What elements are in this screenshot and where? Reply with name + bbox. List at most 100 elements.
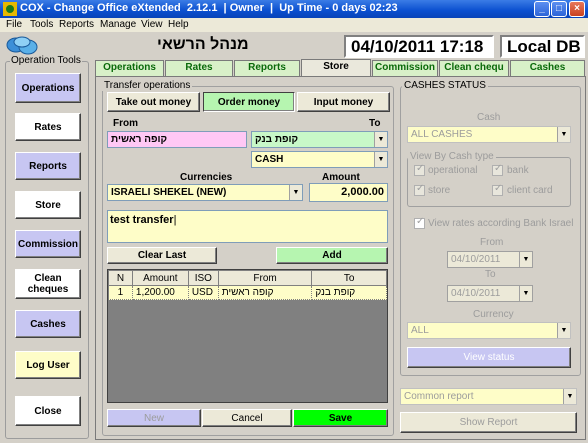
report-type-select[interactable]: Common report ▼ (400, 388, 577, 405)
transfer-operations-label: Transfer operations (102, 80, 193, 91)
title-bar[interactable]: COX - Change Office eXtended 2.12.1 | Ow… (0, 0, 588, 18)
new-button[interactable]: New (107, 409, 201, 427)
view-status-button[interactable]: View status (407, 347, 571, 368)
app-icon (3, 2, 17, 16)
report-type-value: Common report (404, 391, 474, 402)
tab-commission[interactable]: Commission (372, 60, 438, 76)
cash-select[interactable]: ALL CASHES ▼ (407, 126, 571, 143)
save-button[interactable]: Save (293, 409, 388, 427)
tab-store[interactable]: Store (301, 59, 371, 77)
store-button[interactable]: Store (15, 191, 81, 219)
datetime-display: 04/10/2011 17:18 (344, 35, 494, 58)
currency-select[interactable]: ISRAELI SHEKEL (NEW) ▼ (107, 184, 303, 201)
bank-label: bank (507, 165, 529, 176)
coins-logo-icon (6, 36, 38, 55)
amount-input[interactable]: 2,000.00 (309, 183, 388, 202)
show-report-button[interactable]: Show Report (400, 412, 577, 433)
rates-bank-israel-checkbox[interactable] (414, 216, 425, 229)
note-textarea[interactable]: test transfer| (107, 210, 388, 243)
to-label: To (369, 118, 381, 129)
menu-tools[interactable]: Tools (30, 19, 53, 30)
to-type-select[interactable]: CASH ▼ (251, 151, 388, 168)
reports-button[interactable]: Reports (15, 152, 81, 180)
menu-file[interactable]: File (6, 19, 22, 30)
client-card-checkbox[interactable] (492, 183, 503, 196)
menu-manage[interactable]: Manage (100, 19, 136, 30)
window-title: COX - Change Office eXtended 2.12.1 | Ow… (20, 2, 398, 14)
order-money-button[interactable]: Order money (203, 92, 295, 112)
tab-clean-cheques[interactable]: Clean chequ (439, 60, 509, 76)
from-date-picker[interactable]: 04/10/2011 ▼ (447, 251, 533, 268)
rates-button[interactable]: Rates (15, 113, 81, 141)
take-out-money-button[interactable]: Take out money (107, 92, 200, 112)
col-to[interactable]: To (311, 270, 387, 286)
to-cash-select[interactable]: קופת בנק ▼ (251, 131, 388, 148)
clean-cheques-button[interactable]: Clean cheques (15, 269, 81, 299)
view-by-label: View By Cash type (408, 151, 496, 162)
cashes-button[interactable]: Cashes (15, 310, 81, 338)
tab-reports[interactable]: Reports (234, 60, 300, 76)
cashes-status-label: CASHES STATUS (402, 80, 488, 91)
bank-checkbox[interactable] (492, 163, 503, 176)
cancel-button[interactable]: Cancel (202, 409, 292, 427)
from-cash-value: קופה ראשית (111, 134, 168, 145)
chevron-down-icon[interactable]: ▼ (374, 152, 387, 167)
add-button[interactable]: Add (276, 247, 388, 264)
cash-value: ALL CASHES (411, 129, 473, 140)
note-text: test transfer (110, 214, 174, 226)
menu-reports[interactable]: Reports (59, 19, 94, 30)
col-from[interactable]: From (217, 270, 313, 286)
to-date-value: 04/10/2011 (451, 288, 501, 299)
cell-amount: 1,200.00 (131, 285, 189, 300)
to-date-label: To (485, 269, 496, 280)
header: מנהל הרשאי 04/10/2011 17:18 Local DB (0, 32, 588, 58)
cell-from: קופה ראשית (217, 285, 313, 300)
from-date-label: From (480, 237, 504, 248)
operational-checkbox[interactable] (414, 163, 425, 176)
tab-cashes[interactable]: Cashes (510, 60, 585, 76)
chevron-down-icon[interactable]: ▼ (557, 323, 570, 338)
menu-bar: File Tools Reports Manage View Help (0, 18, 588, 32)
store-label: store (428, 185, 451, 196)
input-money-button[interactable]: Input money (297, 92, 390, 112)
cell-to: קופת בנק (311, 285, 387, 300)
tab-rates[interactable]: Rates (165, 60, 233, 76)
status-currency-select[interactable]: ALL ▼ (407, 322, 571, 339)
col-n[interactable]: N (108, 270, 133, 286)
cell-iso: USD (187, 285, 219, 300)
tab-operations[interactable]: Operations (95, 60, 164, 76)
to-cash-value: קופת בנק (255, 134, 299, 145)
operational-label: operational (428, 165, 478, 176)
currencies-label: Currencies (180, 172, 233, 183)
menu-help[interactable]: Help (168, 19, 189, 30)
chevron-down-icon[interactable]: ▼ (374, 132, 387, 147)
user-title: מנהל הרשאי (157, 36, 249, 53)
minimize-button[interactable]: _ (534, 1, 550, 17)
db-display: Local DB (500, 35, 585, 58)
chevron-down-icon[interactable]: ▼ (563, 389, 576, 404)
log-user-button[interactable]: Log User (15, 351, 81, 379)
col-iso[interactable]: ISO (187, 270, 219, 286)
clear-last-button[interactable]: Clear Last (107, 247, 217, 264)
to-date-picker[interactable]: 04/10/2011 ▼ (447, 285, 533, 302)
commission-button[interactable]: Commission (15, 230, 81, 258)
from-cash-select[interactable]: קופה ראשית (107, 131, 247, 148)
maximize-button[interactable]: □ (551, 1, 567, 17)
col-amount[interactable]: Amount (131, 270, 189, 286)
close-window-button[interactable]: × (569, 1, 585, 17)
chevron-down-icon[interactable]: ▼ (519, 252, 532, 267)
operations-button[interactable]: Operations (15, 73, 81, 103)
menu-view[interactable]: View (141, 19, 163, 30)
currency-value: ISRAELI SHEKEL (NEW) (111, 187, 227, 198)
to-type-value: CASH (255, 154, 284, 165)
operation-tools-label: Operation Tools (10, 55, 82, 66)
chevron-down-icon[interactable]: ▼ (289, 185, 302, 200)
amount-label: Amount (322, 172, 360, 183)
currency-label: Currency (473, 309, 514, 320)
chevron-down-icon[interactable]: ▼ (519, 286, 532, 301)
cell-n: 1 (108, 285, 133, 300)
close-button[interactable]: Close (15, 396, 81, 426)
table-row[interactable]: 1 1,200.00 USD קופה ראשית קופת בנק (108, 285, 387, 300)
store-checkbox[interactable] (414, 183, 425, 196)
chevron-down-icon[interactable]: ▼ (557, 127, 570, 142)
